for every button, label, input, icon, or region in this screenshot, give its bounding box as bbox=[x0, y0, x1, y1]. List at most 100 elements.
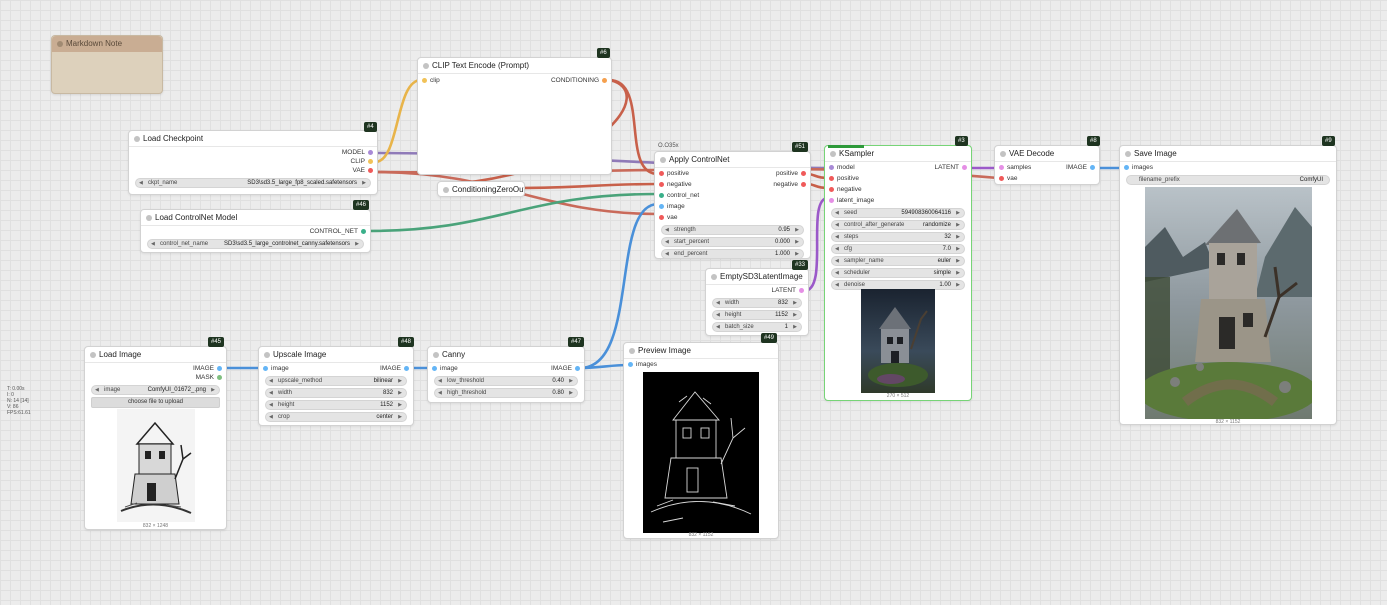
input-vae[interactable]: vae bbox=[995, 173, 1099, 184]
slot-dot[interactable] bbox=[829, 187, 834, 192]
arrow-right-icon[interactable]: ▶ bbox=[793, 311, 797, 319]
save-image-node[interactable]: Save Image images filename_prefix ComfyUI… bbox=[1119, 145, 1337, 425]
clip-text-encode-node[interactable]: CLIP Text Encode (Prompt) clip CONDITION… bbox=[417, 57, 612, 175]
arrow-left-icon[interactable]: ◀ bbox=[835, 221, 839, 229]
arrow-left-icon[interactable]: ◀ bbox=[835, 233, 839, 241]
node-title[interactable]: Load ControlNet Model bbox=[141, 210, 370, 226]
steps-number[interactable]: ◀ steps 32 ▶ bbox=[831, 232, 965, 242]
slot-dot[interactable] bbox=[575, 366, 580, 371]
slot-dot[interactable] bbox=[659, 215, 664, 220]
arrow-right-icon[interactable]: ▶ bbox=[956, 281, 960, 289]
conditioning-zero-out-node[interactable]: ConditioningZeroOut bbox=[437, 181, 525, 197]
strength-number[interactable]: ◀ strength 0.95 ▶ bbox=[661, 225, 804, 235]
arrow-left-icon[interactable]: ◀ bbox=[835, 269, 839, 277]
ckpt-name-combo[interactable]: ◀ ckpt_name SD3\sd3.5_large_fp8_scaled.s… bbox=[135, 178, 371, 188]
controlnet-name-combo[interactable]: ◀ control_net_name SD3\sd3.5_large_contr… bbox=[147, 239, 364, 249]
slot-dot[interactable] bbox=[217, 375, 222, 380]
height-number[interactable]: ◀ height 1152 ▶ bbox=[265, 400, 407, 410]
node-title[interactable]: Preview Image bbox=[624, 343, 778, 359]
arrow-right-icon[interactable]: ▶ bbox=[956, 245, 960, 253]
slot-dot[interactable] bbox=[799, 288, 804, 293]
slot-dot[interactable] bbox=[368, 168, 373, 173]
node-title[interactable]: Save Image bbox=[1120, 146, 1336, 162]
arrow-right-icon[interactable]: ▶ bbox=[398, 389, 402, 397]
upscale-image-node[interactable]: Upscale Image image IMAGE ◀ upscale_metho… bbox=[258, 346, 414, 426]
height-number[interactable]: ◀ height 1152 ▶ bbox=[712, 310, 802, 320]
slot-dot[interactable] bbox=[361, 229, 366, 234]
width-number[interactable]: ◀ width 832 ▶ bbox=[265, 388, 407, 398]
preview-image-node[interactable]: Preview Image images 832 × 1152 bbox=[623, 342, 779, 539]
sampler-name-combo[interactable]: ◀ sampler_name euler ▶ bbox=[831, 256, 965, 266]
slot-dot[interactable] bbox=[659, 193, 664, 198]
crop-combo[interactable]: ◀ crop center ▶ bbox=[265, 412, 407, 422]
slot-dot[interactable] bbox=[801, 171, 806, 176]
slot-dot[interactable] bbox=[368, 159, 373, 164]
arrow-right-icon[interactable]: ▶ bbox=[355, 240, 359, 248]
input-vae[interactable]: vae bbox=[655, 212, 810, 223]
arrow-right-icon[interactable]: ▶ bbox=[398, 401, 402, 409]
slot-dot[interactable] bbox=[801, 182, 806, 187]
node-title[interactable]: Markdown Note bbox=[52, 36, 162, 52]
image-combo[interactable]: ◀ image ComfyUI_01672_.png ▶ bbox=[91, 385, 220, 395]
slot-dot[interactable] bbox=[962, 165, 967, 170]
slot-dot[interactable] bbox=[217, 366, 222, 371]
low-threshold-number[interactable]: ◀ low_threshold 0.40 ▶ bbox=[434, 376, 578, 386]
arrow-left-icon[interactable]: ◀ bbox=[269, 377, 273, 385]
arrow-right-icon[interactable]: ▶ bbox=[569, 377, 573, 385]
arrow-left-icon[interactable]: ◀ bbox=[716, 323, 720, 331]
slot-dot[interactable] bbox=[659, 204, 664, 209]
slot-dot[interactable] bbox=[659, 182, 664, 187]
arrow-right-icon[interactable]: ▶ bbox=[793, 299, 797, 307]
seed-number[interactable]: ◀ seed 594908360064116 ▶ bbox=[831, 208, 965, 218]
output-latent[interactable]: LATENT bbox=[706, 285, 808, 296]
arrow-left-icon[interactable]: ◀ bbox=[438, 389, 442, 397]
output-image[interactable]: IMAGE bbox=[1049, 162, 1099, 173]
control-after-generate-combo[interactable]: ◀ control_after_generate randomize ▶ bbox=[831, 220, 965, 230]
high-threshold-number[interactable]: ◀ high_threshold 0.80 ▶ bbox=[434, 388, 578, 398]
upscale-method-combo[interactable]: ◀ upscale_method bilinear ▶ bbox=[265, 376, 407, 386]
load-checkpoint-node[interactable]: Load Checkpoint MODEL CLIP VAE ◀ ckpt_na… bbox=[128, 130, 378, 195]
arrow-right-icon[interactable]: ▶ bbox=[362, 179, 366, 187]
arrow-left-icon[interactable]: ◀ bbox=[835, 245, 839, 253]
input-negative[interactable]: negative bbox=[825, 184, 971, 195]
arrow-right-icon[interactable]: ▶ bbox=[956, 221, 960, 229]
node-title[interactable]: CLIP Text Encode (Prompt) bbox=[418, 58, 611, 74]
slot-dot[interactable] bbox=[263, 366, 268, 371]
end-percent-number[interactable]: ◀ end_percent 1.000 ▶ bbox=[661, 249, 804, 259]
slot-dot[interactable] bbox=[999, 165, 1004, 170]
width-number[interactable]: ◀ width 832 ▶ bbox=[712, 298, 802, 308]
input-image[interactable]: image bbox=[655, 201, 810, 212]
apply-controlnet-node[interactable]: Apply ControlNet positive negative contr… bbox=[654, 151, 811, 259]
output-image[interactable]: IMAGE bbox=[363, 363, 413, 374]
cfg-number[interactable]: ◀ cfg 7.0 ▶ bbox=[831, 244, 965, 254]
arrow-left-icon[interactable]: ◀ bbox=[665, 226, 669, 234]
upload-button[interactable]: choose file to upload bbox=[91, 397, 220, 408]
arrow-right-icon[interactable]: ▶ bbox=[956, 257, 960, 265]
arrow-right-icon[interactable]: ▶ bbox=[956, 233, 960, 241]
arrow-right-icon[interactable]: ▶ bbox=[793, 323, 797, 331]
input-images[interactable]: images bbox=[624, 359, 778, 370]
input-positive[interactable]: positive bbox=[825, 173, 971, 184]
empty-latent-image-node[interactable]: EmptySD3LatentImage LATENT ◀ width 832 ▶ ◀ h… bbox=[705, 268, 809, 336]
load-image-node[interactable]: Load Image IMAGE MASK ◀ image ComfyUI_0167… bbox=[84, 346, 227, 530]
arrow-left-icon[interactable]: ◀ bbox=[835, 209, 839, 217]
canny-node[interactable]: Canny image IMAGE ◀ low_threshold 0.40 ▶ ◀ h… bbox=[427, 346, 585, 403]
output-conditioning[interactable]: CONDITIONING bbox=[511, 75, 611, 86]
start-percent-number[interactable]: ◀ start_percent 0.000 ▶ bbox=[661, 237, 804, 247]
input-control-net[interactable]: control_net bbox=[655, 190, 810, 201]
arrow-left-icon[interactable]: ◀ bbox=[95, 386, 99, 394]
arrow-left-icon[interactable]: ◀ bbox=[139, 179, 143, 187]
slot-dot[interactable] bbox=[422, 78, 427, 83]
output-negative[interactable]: negative bbox=[740, 179, 810, 190]
arrow-left-icon[interactable]: ◀ bbox=[438, 377, 442, 385]
arrow-right-icon[interactable]: ▶ bbox=[211, 386, 215, 394]
slot-dot[interactable] bbox=[628, 362, 633, 367]
input-latent-image[interactable]: latent_image bbox=[825, 195, 971, 206]
slot-dot[interactable] bbox=[1124, 165, 1129, 170]
output-mask[interactable]: MASK bbox=[85, 372, 226, 383]
filename-prefix-text[interactable]: filename_prefix ComfyUI bbox=[1126, 175, 1330, 185]
node-title[interactable]: KSampler bbox=[825, 146, 971, 162]
output-image[interactable]: IMAGE bbox=[534, 363, 584, 374]
output-latent[interactable]: LATENT bbox=[911, 162, 971, 173]
slot-dot[interactable] bbox=[999, 176, 1004, 181]
